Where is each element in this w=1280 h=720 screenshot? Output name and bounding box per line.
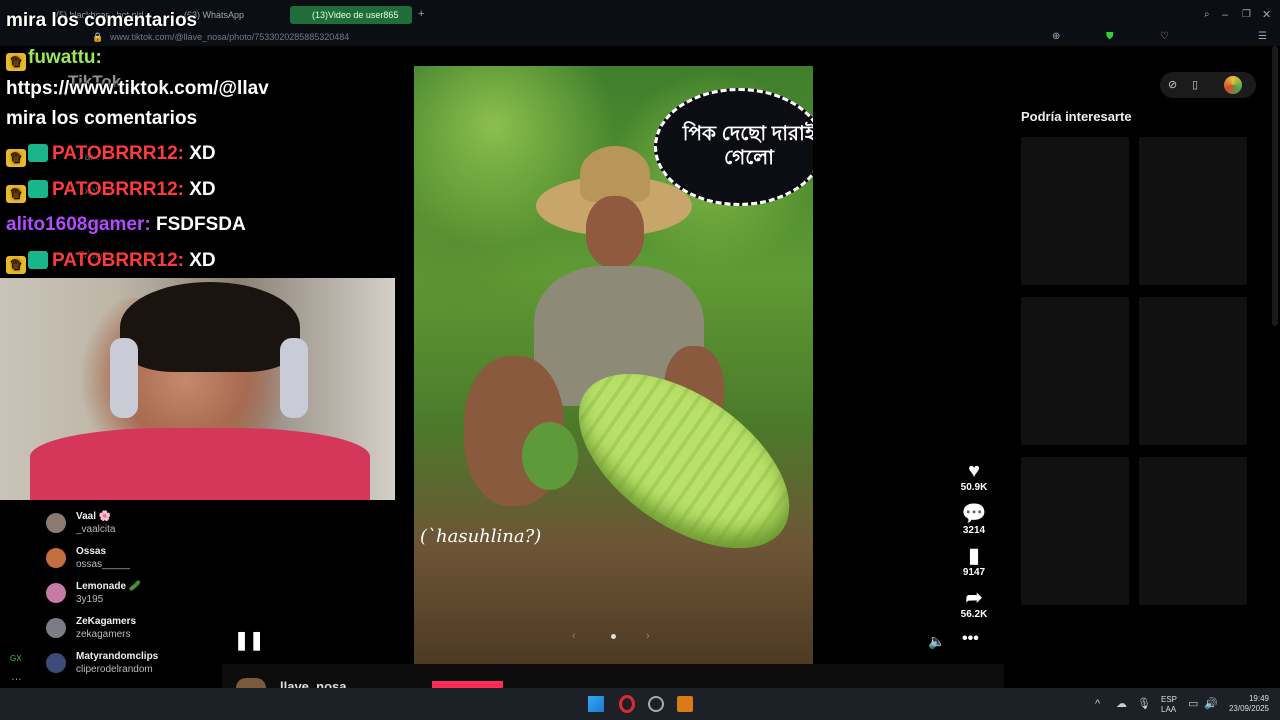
avatar bbox=[46, 618, 66, 638]
crown-icon: ♛ bbox=[6, 149, 26, 167]
emote-icon bbox=[28, 180, 48, 198]
share-icon: ➦ bbox=[965, 587, 983, 609]
comment-button[interactable]: 💬 3214 bbox=[954, 503, 994, 536]
shield-icon[interactable]: ⛊ bbox=[1106, 30, 1114, 44]
clock[interactable]: 19:49 23/09/2025 bbox=[1225, 694, 1269, 714]
menu-icon[interactable]: ☰ bbox=[1258, 30, 1267, 44]
chat-line: ♛ PATOBRRR12: XD bbox=[6, 179, 216, 203]
more-icon[interactable]: … bbox=[11, 670, 22, 684]
avatar bbox=[46, 513, 66, 533]
language-indicator[interactable]: ESP LAA bbox=[1161, 695, 1177, 715]
pause-button[interactable]: ❚❚ bbox=[234, 630, 264, 651]
photo-bubble-text: পিক দেছো দারাই গেলো bbox=[682, 123, 813, 169]
more-options-icon[interactable]: ••• bbox=[962, 631, 979, 647]
phone-icon[interactable]: ▯ bbox=[1192, 78, 1198, 92]
volume-icon[interactable]: 🔊 bbox=[1204, 697, 1218, 711]
carousel-prev-icon[interactable]: ‹ bbox=[572, 629, 576, 643]
chat-line: https://www.tiktok.com/@llav bbox=[6, 78, 269, 99]
close-icon[interactable]: ✕ bbox=[1262, 8, 1271, 22]
scrollbar[interactable] bbox=[1272, 46, 1278, 326]
chat-line: mira los comentarios bbox=[6, 108, 198, 129]
crown-icon: ♛ bbox=[6, 256, 26, 274]
obs-icon[interactable] bbox=[648, 696, 664, 712]
avatar bbox=[236, 678, 266, 688]
bookmark-icon: ▮ bbox=[968, 545, 980, 567]
search-icon[interactable]: ⌕ bbox=[1204, 8, 1210, 22]
emote-icon bbox=[28, 251, 48, 269]
chat-line: ♛ PATOBRRR12: XD bbox=[6, 250, 216, 274]
chat-line: ♛ PATOBRRR12: XD bbox=[6, 143, 216, 167]
recommend-thumb[interactable] bbox=[1021, 297, 1129, 445]
avatar[interactable] bbox=[1224, 76, 1242, 94]
chat-line: alito1608gamer: FSDFSDA bbox=[6, 214, 246, 235]
chevron-up-icon[interactable]: ^ bbox=[1095, 697, 1100, 711]
recommend-thumb[interactable] bbox=[1021, 457, 1129, 605]
mic-icon[interactable]: 🎙 bbox=[1137, 697, 1151, 711]
chat-line: ♛ fuwattu: bbox=[6, 47, 102, 71]
like-button[interactable]: ♥ 50.9K bbox=[954, 460, 994, 493]
recommend-thumb[interactable] bbox=[1139, 457, 1247, 605]
heart-icon: ♥ bbox=[968, 460, 980, 482]
recommend-thumb[interactable] bbox=[1021, 137, 1129, 285]
recommend-title: Podría interesarte bbox=[1021, 109, 1132, 124]
follow-button[interactable] bbox=[432, 681, 503, 688]
crown-icon: ♛ bbox=[6, 53, 26, 71]
avatar bbox=[46, 583, 66, 603]
overlay-top-text: mira los comentarios bbox=[6, 10, 198, 31]
crown-icon: ♛ bbox=[6, 185, 26, 203]
carousel-next-icon[interactable]: › bbox=[646, 629, 650, 643]
share-button[interactable]: ➦ 56.2K bbox=[954, 587, 994, 620]
recommend-thumb[interactable] bbox=[1139, 137, 1247, 285]
webcam-feed bbox=[0, 278, 395, 500]
post-photo[interactable]: পিক দেছো দারাই গেলো (`hasuhlina?) ‹ › bbox=[414, 66, 813, 664]
heart-icon[interactable]: ♡ bbox=[1160, 30, 1169, 44]
gx-icon[interactable]: GX bbox=[10, 652, 22, 666]
volume-icon[interactable]: 🔈 bbox=[928, 634, 945, 648]
recommend-thumb[interactable] bbox=[1139, 297, 1247, 445]
avatar bbox=[46, 653, 66, 673]
taskbar: ^ ☁ 🎙 ESP LAA ▭ 🔊 19:49 23/09/2025 bbox=[0, 688, 1280, 720]
windows-start-icon[interactable] bbox=[588, 696, 604, 712]
compass-icon[interactable]: ⊘ bbox=[1168, 78, 1177, 92]
emote-icon bbox=[28, 144, 48, 162]
opera-gx-icon[interactable] bbox=[619, 695, 635, 713]
new-tab-icon[interactable]: + bbox=[418, 7, 424, 21]
cloud-icon[interactable]: ☁ bbox=[1116, 697, 1127, 711]
tab-tiktok-video[interactable]: (13)Video de user865 bbox=[290, 6, 412, 24]
minimize-icon[interactable]: – bbox=[1222, 8, 1228, 22]
network-icon[interactable]: ▭ bbox=[1188, 697, 1198, 711]
carousel-dot[interactable] bbox=[611, 634, 616, 639]
comment-icon: 💬 bbox=[961, 503, 987, 525]
zoom-icon[interactable]: ⊕ bbox=[1052, 30, 1060, 44]
save-button[interactable]: ▮ 9147 bbox=[954, 545, 994, 578]
author-bar: llave_nosa bbox=[222, 664, 1004, 694]
avatar bbox=[46, 548, 66, 568]
top-actions: ⊘ ▯ bbox=[1160, 72, 1256, 98]
lock-icon: 🔒 bbox=[92, 32, 104, 42]
app-icon[interactable] bbox=[677, 696, 693, 712]
maximize-icon[interactable]: ❐ bbox=[1242, 8, 1251, 22]
photo-watermark: (`hasuhlina?) bbox=[420, 526, 542, 547]
